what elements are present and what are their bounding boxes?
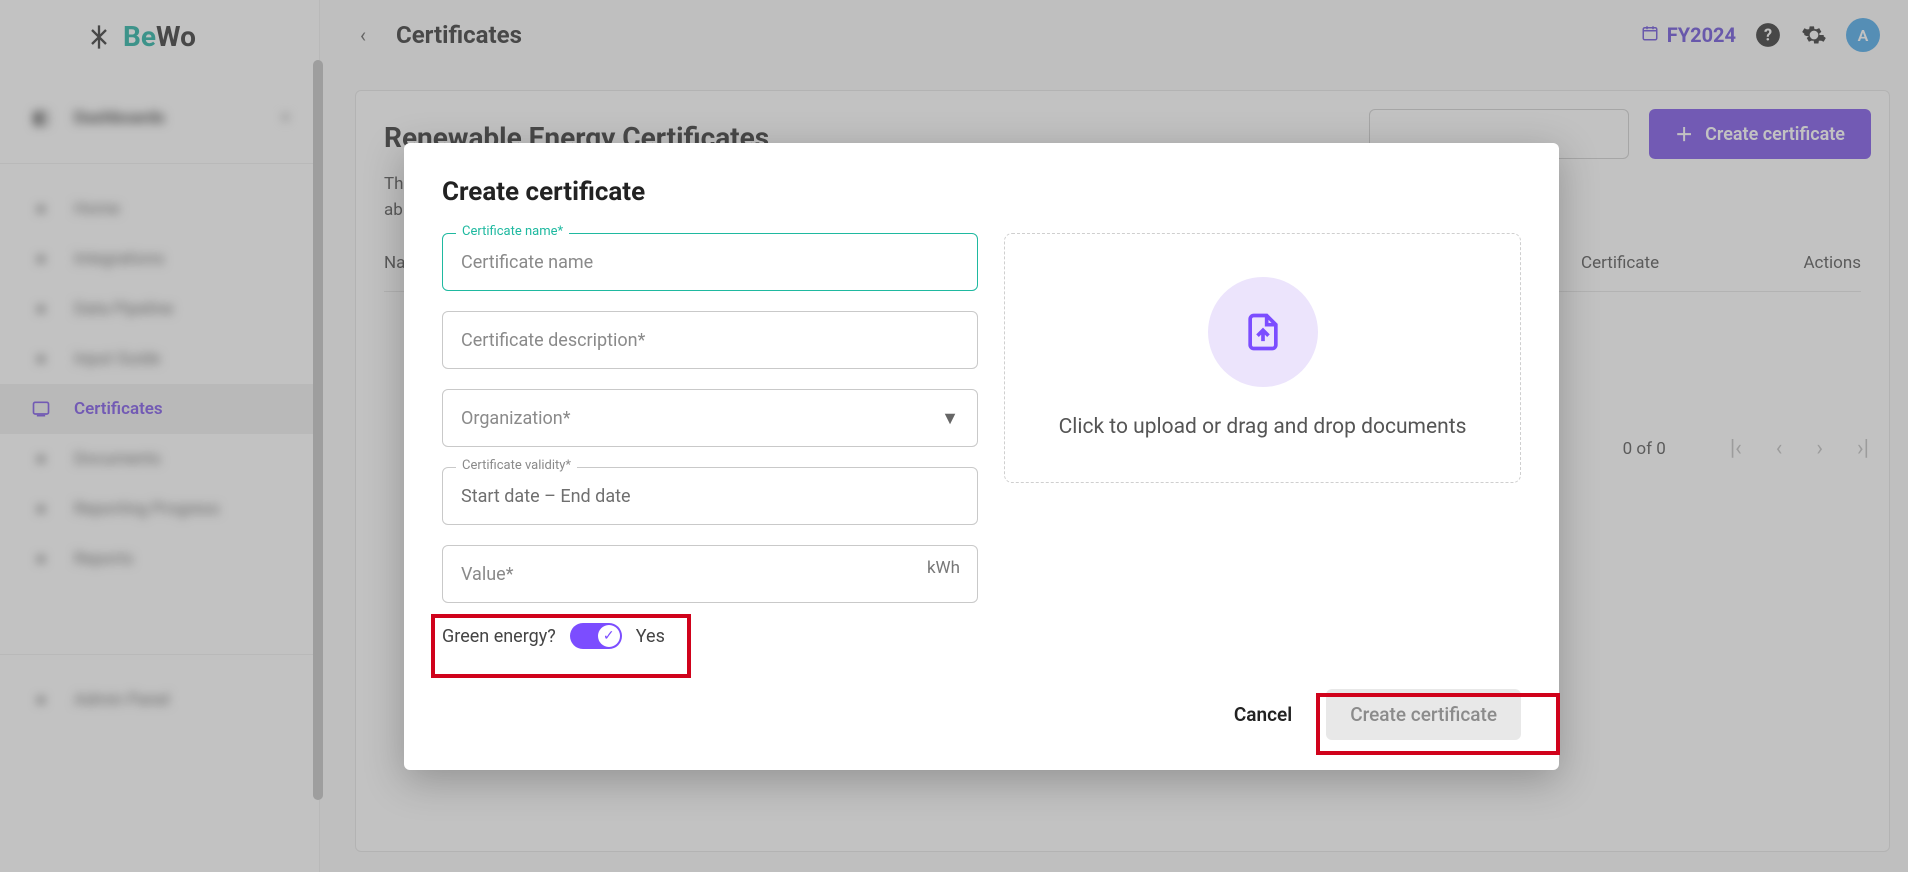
organization-placeholder: Organization* bbox=[461, 408, 570, 429]
create-certificate-submit-button[interactable]: Create certificate bbox=[1326, 689, 1521, 740]
organization-field: Organization* ▼ bbox=[442, 389, 978, 447]
green-energy-toggle[interactable]: ✓ bbox=[570, 623, 622, 649]
cancel-button[interactable]: Cancel bbox=[1218, 689, 1308, 740]
value-input[interactable] bbox=[442, 545, 978, 603]
toggle-knob-check-icon: ✓ bbox=[598, 625, 620, 647]
certificate-name-field: Certificate name* bbox=[442, 233, 978, 291]
upload-icon bbox=[1208, 277, 1318, 387]
certificate-name-input[interactable] bbox=[442, 233, 978, 291]
certificate-name-label: Certificate name* bbox=[456, 224, 569, 239]
certificate-description-input[interactable] bbox=[442, 311, 978, 369]
organization-select[interactable]: Organization* ▼ bbox=[442, 389, 978, 447]
validity-placeholder: Start date – End date bbox=[461, 486, 631, 507]
document-dropzone[interactable]: Click to upload or drag and drop documen… bbox=[1004, 233, 1521, 483]
dropzone-text: Click to upload or drag and drop documen… bbox=[1059, 415, 1467, 439]
certificate-description-field bbox=[442, 311, 978, 369]
green-energy-toggle-row: Green energy? ✓ Yes bbox=[442, 623, 978, 649]
green-energy-question: Green energy? bbox=[442, 626, 556, 647]
validity-date-range-input[interactable]: Start date – End date bbox=[442, 467, 978, 525]
value-field: kWh bbox=[442, 545, 978, 603]
modal-title: Create certificate bbox=[442, 177, 1521, 207]
validity-field: Certificate validity* Start date – End d… bbox=[442, 467, 978, 525]
value-unit: kWh bbox=[927, 558, 960, 578]
create-certificate-modal: Create certificate Certificate name* Org… bbox=[404, 143, 1559, 770]
dropdown-arrow-icon: ▼ bbox=[941, 408, 959, 429]
validity-label: Certificate validity* bbox=[456, 458, 577, 473]
green-energy-value: Yes bbox=[636, 626, 665, 647]
